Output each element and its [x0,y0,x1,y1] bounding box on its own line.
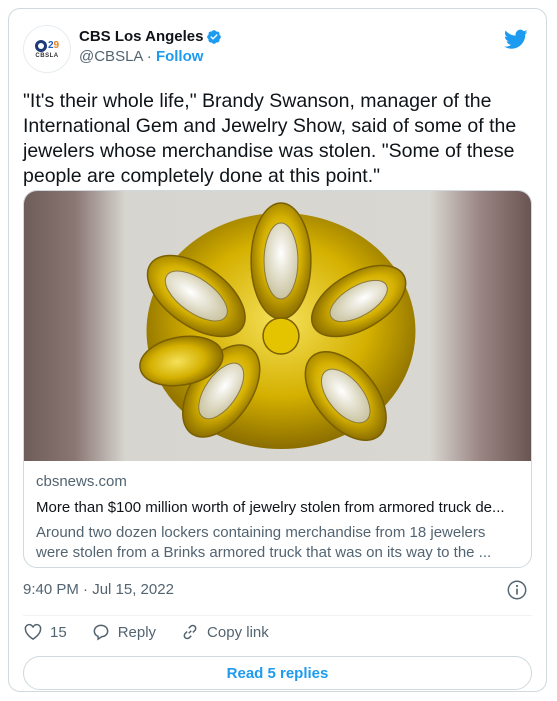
twitter-bird-icon[interactable] [504,27,528,51]
follow-button[interactable]: Follow [156,48,204,65]
link-card[interactable]: cbsnews.com More than $100 million worth… [23,190,532,568]
info-icon[interactable] [506,579,528,601]
link-title: More than $100 million worth of jewelry … [36,499,505,516]
divider [23,615,532,616]
reply-icon [93,624,109,641]
link-domain: cbsnews.com [36,473,127,490]
separator: · [146,48,152,65]
read-replies-label: Read 5 replies [226,664,329,682]
account-info: CBS Los Angeles @CBSLA · Follow [79,28,222,65]
reply-button[interactable]: Reply [91,622,156,642]
link-description: Around two dozen lockers containing merc… [36,524,492,561]
tweet-header: 29 CBSLA CBS Los Angeles @CBSLA · Follow [23,25,532,73]
action-bar: 15 Reply Copy link [23,622,293,642]
heart-icon [24,623,42,641]
link-icon [183,624,197,640]
verified-badge-icon [207,29,222,44]
account-name[interactable]: CBS Los Angeles [79,28,203,45]
account-handle[interactable]: @CBSLA [79,48,143,65]
read-replies-button[interactable]: Read 5 replies [23,656,532,690]
cbs-logo-icon: 29 [34,39,59,52]
tweet-card: 29 CBSLA CBS Los Angeles @CBSLA · Follow… [8,8,547,692]
reply-label: Reply [117,623,157,641]
timestamp-row: 9:40 PM · Jul 15, 2022 [23,579,532,601]
timestamp[interactable]: 9:40 PM · Jul 15, 2022 [23,581,174,598]
like-button[interactable]: 15 [23,622,67,642]
like-count: 15 [50,623,67,641]
avatar-caption: CBSLA [35,52,59,59]
link-card-image [24,191,531,461]
avatar[interactable]: 29 CBSLA [23,25,71,73]
copy-link-label: Copy link [207,623,269,641]
copy-link-button[interactable]: Copy link [180,622,269,642]
tweet-text: "It's their whole life," Brandy Swanson,… [23,90,517,187]
gold-ring-image [139,202,416,449]
